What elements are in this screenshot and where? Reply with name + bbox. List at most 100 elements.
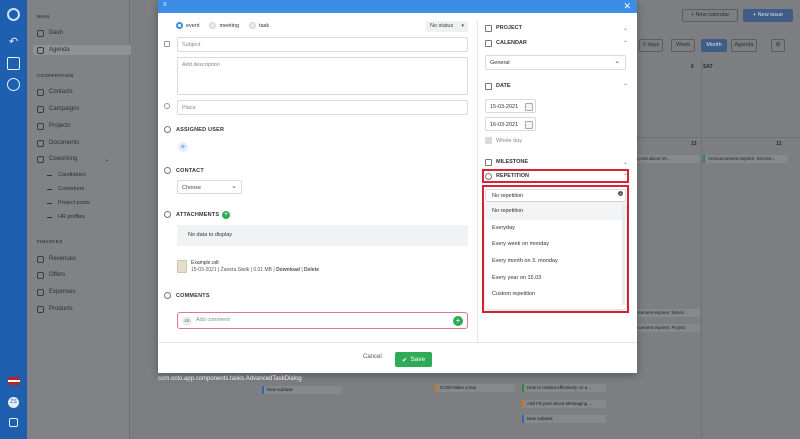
day-number: 13 [691,141,697,147]
comment-field[interactable]: ZS Add comment + [177,312,468,329]
sidebar-item-documents[interactable]: Documents [37,138,79,148]
chevron-down-icon: ⌄ [622,25,628,32]
location-pin-icon [164,103,170,109]
new-calendar-button[interactable]: + New calendar [682,9,738,22]
assigned-user-title: ASSIGNED USER [176,127,225,133]
contact-icon [164,167,171,174]
campaigns-icon [37,105,44,113]
repetition-option[interactable]: No repetition [485,203,626,220]
back-arrow-icon[interactable]: ↶ [7,36,20,49]
comment-input[interactable]: Add comment [196,317,230,323]
type-meeting-radio[interactable]: meeting [209,22,239,29]
day-label-sat: SAT [703,64,713,70]
view-2days[interactable]: 2 days [639,39,663,52]
globe-icon[interactable] [7,78,20,91]
calendar-event[interactable]: Add FB post about Messaging ... [522,400,606,408]
sidebar-subitem-coworkers[interactable]: Coworkers [47,186,84,192]
whole-day-checkbox[interactable]: Whole day [485,137,522,144]
sidebar-item-revenues[interactable]: Revenues [37,254,76,264]
agenda-icon [37,46,44,54]
save-button[interactable]: ✔ Save [395,352,432,367]
repetition-option[interactable]: Every month on 3. monday [485,253,626,270]
type-event-radio[interactable]: event [176,22,199,29]
contacts-icon [37,88,44,96]
sidebar-item-coworking[interactable]: Coworking ⌄ [37,154,109,164]
attachment-icon [164,211,171,218]
clear-icon[interactable]: × [618,191,623,196]
view-agenda[interactable]: Agenda [731,39,757,52]
sidebar-subitem-candidates[interactable]: Candidates [47,172,86,178]
lock-icon[interactable] [9,418,18,427]
menu-icon[interactable]: ≡ [163,2,167,8]
sidebar-item-expenses[interactable]: Expenses [37,287,75,297]
project-section[interactable]: PROJECT ⌄ [485,23,630,33]
radio-dot [249,22,257,29]
radio-dot [209,22,217,29]
repetition-option[interactable]: Every week on monday [485,236,626,253]
language-flag-icon[interactable] [8,377,20,385]
sidebar-subitem-hr-profiles[interactable]: HR profiles [47,214,85,220]
repetition-section[interactable]: REPETITION ⌃ [485,171,630,181]
add-user-button[interactable]: + [178,142,188,152]
subject-icon [164,41,170,47]
user-avatar[interactable]: ZS [8,397,19,408]
calendar-event[interactable]: New subtask [522,415,606,423]
calendar-event[interactable]: New subtask [262,386,342,394]
end-date-input[interactable]: 16-03-2021 [485,117,536,131]
calendar-event[interactable]: How to market effectively on a... [522,384,606,392]
description-textarea[interactable]: Add description [177,57,468,95]
subject-input[interactable]: Subject [177,37,468,52]
sidebar-item-contacts[interactable]: Contacts [37,87,73,97]
add-comment-button[interactable]: + [453,316,463,326]
sidebar: MAIN ‹ Dash Agenda COOPERATION Contacts … [27,0,151,439]
app-rail: ↶ ZS [0,0,27,439]
calendar-icon [485,39,492,47]
download-link[interactable]: Download [276,267,300,273]
repetition-option[interactable]: Custom repetition [485,286,626,303]
start-date-input[interactable]: 15-03-2021 [485,99,536,113]
day-number: 12 [776,141,782,147]
contact-select[interactable]: Choose [177,180,242,194]
add-attachment-button[interactable]: + [222,211,230,219]
logo-icon[interactable] [7,8,20,21]
new-issue-button[interactable]: + New issue [743,9,793,22]
place-input[interactable]: Place [177,100,468,115]
delete-link[interactable]: Delete [304,267,319,273]
close-icon[interactable]: ✕ [623,0,631,13]
chevron-up-icon: ⌃ [622,173,628,180]
revenues-icon [37,255,44,263]
calendar-select[interactable]: General [485,55,626,70]
cancel-button[interactable]: Cancel [363,354,382,360]
comment-avatar: ZS [182,316,192,326]
sidebar-item-projects[interactable]: Projects [37,121,71,131]
footer-divider [158,342,637,343]
calendar-settings-icon[interactable]: ⚙ [771,39,785,52]
calendar-section[interactable]: CALENDAR ⌃ [485,38,630,48]
sidebar-item-campaigns[interactable]: Campaigns [37,104,79,114]
milestone-icon [485,158,492,166]
attachment-name[interactable]: Example.odt [191,260,319,267]
milestone-section[interactable]: MILESTONE ⌄ [485,157,630,167]
repetition-option[interactable]: Every year on 15.03 [485,270,626,287]
scrollbar[interactable] [622,205,625,305]
calendar-event[interactable]: Announcement expires: Service... [703,155,788,163]
chevron-up-icon: ⌃ [622,83,628,90]
date-section[interactable]: DATE ⌃ [485,81,630,91]
dash-icon [37,29,44,37]
apps-grid-icon[interactable] [7,57,20,70]
products-icon [37,305,44,313]
column-divider [477,20,478,342]
view-week[interactable]: Week [671,39,695,52]
type-task-radio[interactable]: task [249,22,269,29]
sidebar-subitem-project-posts[interactable]: Project posts [47,200,90,206]
view-month[interactable]: Month [701,39,727,52]
sidebar-item-products[interactable]: Products [37,304,73,314]
component-label: com.octo.app.components.tasks.AdvancedTa… [158,376,302,382]
sidebar-item-dash[interactable]: Dash [37,28,63,38]
repetition-option[interactable]: Everyday [485,220,626,237]
expenses-icon [37,288,44,296]
status-select[interactable]: No status [426,21,468,32]
calendar-event[interactable]: ICOM Make a bus [435,384,515,392]
sidebar-item-offers[interactable]: Offers [37,270,65,280]
repetition-select[interactable]: No repetition [485,189,626,202]
